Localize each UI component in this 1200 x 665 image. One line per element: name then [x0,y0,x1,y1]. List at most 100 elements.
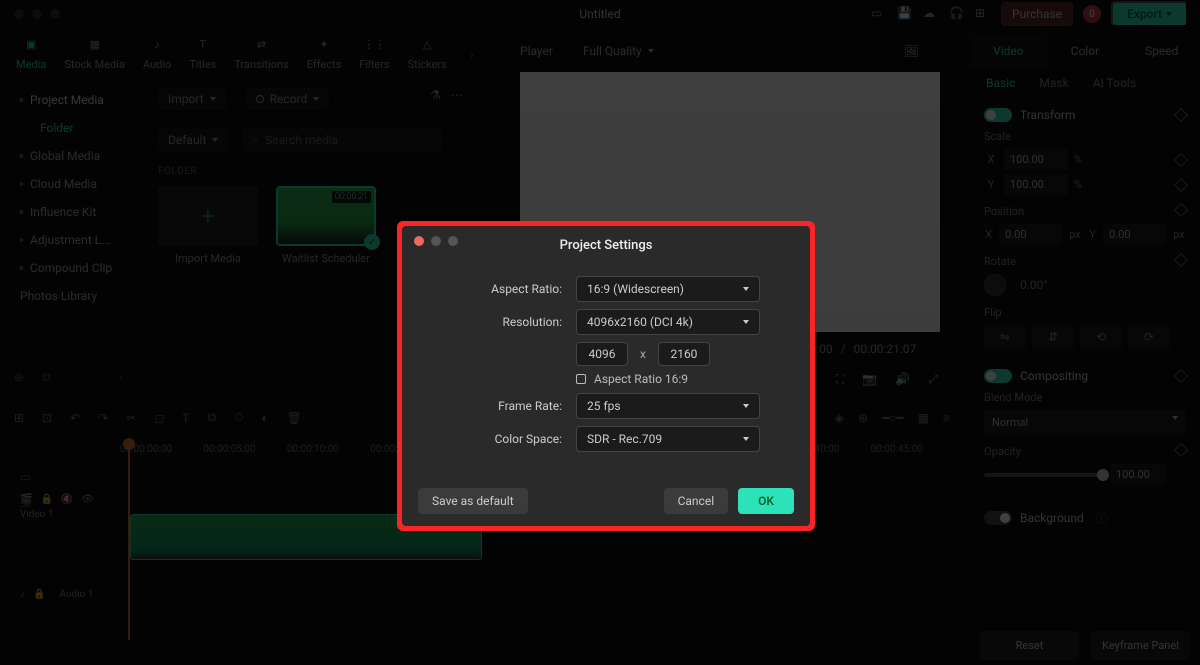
notif-badge[interactable]: 0 [1083,5,1101,23]
grid-view-icon[interactable]: ▦ [918,411,929,425]
volume-icon[interactable]: 🔊 [895,372,910,387]
import-media-card[interactable]: + Import Media [158,186,258,265]
min-dot[interactable] [32,9,42,19]
tab-transitions[interactable]: ⇄Transitions [234,34,288,71]
keyframe-icon[interactable] [1174,203,1188,217]
tab-stock[interactable]: ▦Stock Media [64,34,125,71]
transform-toggle[interactable] [984,108,1012,122]
more-icon[interactable]: ⋯ [451,88,463,102]
flip-3-button[interactable]: ⟲ [1080,325,1122,349]
tab-audio[interactable]: ♪Audio [143,34,171,71]
import-dropdown[interactable]: Import [158,88,226,110]
insp-tab-video[interactable]: Video [970,34,1047,68]
scale-y-input[interactable] [1004,174,1068,195]
track-opt-1[interactable]: ▭ [20,470,31,484]
tab-titles[interactable]: TTitles [189,34,216,71]
lock-icon[interactable]: 🔒 [40,494,52,505]
sort-dropdown[interactable]: Default [158,129,228,151]
copy-icon[interactable]: ⧉ [207,410,216,425]
grid-icon[interactable]: ⊞ [975,6,991,22]
mute-icon[interactable]: 🔇 [61,494,73,505]
insp-tab-speed[interactable]: Speed [1123,34,1200,68]
tabs-scroll-right[interactable]: › [470,48,484,62]
sidebar-influence[interactable]: Influence Kit [12,198,147,226]
compositing-toggle[interactable] [984,369,1012,383]
close-dot[interactable] [14,9,24,19]
text-icon[interactable]: T [182,411,189,425]
crop-icon[interactable]: ◻ [154,411,164,425]
keyframe-icon[interactable] [1174,108,1188,122]
marker-icon[interactable]: ◈ [835,411,844,425]
tab-filters[interactable]: ⋮⋮Filters [359,34,389,71]
max-dot[interactable] [50,9,60,19]
list-view-icon[interactable]: ≡ [943,411,950,425]
tool-2[interactable]: ⊡ [42,411,52,425]
keyframe-icon[interactable] [1174,369,1188,383]
flip-v-button[interactable]: ⇵ [1032,325,1074,349]
expand-icon[interactable]: ⤢ [928,372,938,387]
color-icon[interactable]: ◐ [261,411,268,425]
dialog-min[interactable] [431,236,441,246]
subtab-basic[interactable]: Basic [986,76,1015,90]
sidebar-adjust[interactable]: Adjustment L... [12,226,147,254]
dialog-close[interactable] [414,236,424,246]
sidebar-collapse-icon[interactable]: ‹ [119,370,123,385]
quality-dropdown[interactable]: Full Quality [583,44,654,58]
tool-1[interactable]: ⊞ [14,411,24,425]
undo-icon[interactable]: ↶ [70,411,80,425]
filter-icon[interactable]: ⚗ [430,88,441,102]
flip-4-button[interactable]: ⟳ [1128,325,1170,349]
sidebar-global[interactable]: Global Media [12,142,147,170]
save-icon[interactable]: 💾 [897,6,913,22]
display-icon[interactable]: ⛶ [836,372,844,387]
cancel-button[interactable]: Cancel [664,488,729,514]
keyframe-icon[interactable] [1174,177,1188,191]
keyframe-icon[interactable] [1174,443,1188,457]
pos-y-input[interactable] [1103,224,1167,245]
insp-tab-color[interactable]: Color [1047,34,1124,68]
folder-link-icon[interactable]: ⧉ [42,370,51,385]
speed-icon[interactable]: ⏱ [234,410,243,425]
opacity-input[interactable] [1110,464,1166,485]
keyframe-icon[interactable] [1174,152,1188,166]
subtab-mask[interactable]: Mask [1039,76,1068,90]
sidebar-folder[interactable]: Folder [12,114,147,142]
player-tab[interactable]: Player [520,44,553,58]
record-dropdown[interactable]: Record [246,88,330,110]
purchase-button[interactable]: Purchase [1001,2,1073,26]
subtab-aitools[interactable]: AI Tools [1093,76,1136,90]
cloud-icon[interactable]: ☁ [923,6,939,22]
ok-button[interactable]: OK [738,488,794,514]
lock-aspect[interactable]: Aspect Ratio 16:9 [576,372,760,386]
rotate-knob[interactable] [984,274,1006,296]
keyframe-panel-button[interactable]: Keyframe Panel [1091,631,1190,660]
tab-media[interactable]: ▣Media [16,34,46,71]
sidebar-compound[interactable]: Compound Clip [12,254,147,282]
audio-track[interactable]: ♪🔒Audio 1 [20,576,954,612]
lock-icon[interactable]: 🔒 [33,589,45,600]
export-button[interactable]: Export [1111,1,1188,27]
sidebar-photos[interactable]: Photos Library [12,282,147,310]
cut-icon[interactable]: ✂ [126,411,136,425]
save-default-button[interactable]: Save as default [418,488,528,514]
opacity-slider[interactable] [984,473,1104,477]
media-clip-card[interactable]: 00:00:21✓ Waitlist Scheduler [276,186,376,265]
info-icon[interactable]: ⓘ [1096,509,1108,526]
width-input[interactable] [576,342,628,366]
resolution-dropdown[interactable]: 4096x2160 (DCI 4k) [576,309,760,335]
redo-icon[interactable]: ↷ [98,411,108,425]
headphone-icon[interactable]: 🎧 [949,6,965,22]
tab-effects[interactable]: ✦Effects [307,34,342,71]
height-input[interactable] [658,342,710,366]
delete-icon[interactable]: 🗑 [287,411,302,425]
add-track-icon[interactable]: ⊕ [858,411,868,425]
scale-x-input[interactable] [1004,149,1068,170]
sidebar-cloud[interactable]: Cloud Media [12,170,147,198]
monitor-icon[interactable]: ▭ [871,6,887,22]
aspect-dropdown[interactable]: 16:9 (Widescreen) [576,276,760,302]
flip-h-button[interactable]: ⇋ [984,325,1026,349]
dialog-max[interactable] [448,236,458,246]
keyframe-icon[interactable] [1174,253,1188,267]
blend-dropdown[interactable]: Normal [984,410,1186,435]
snapshot-icon[interactable]: 🖼 [904,44,919,58]
